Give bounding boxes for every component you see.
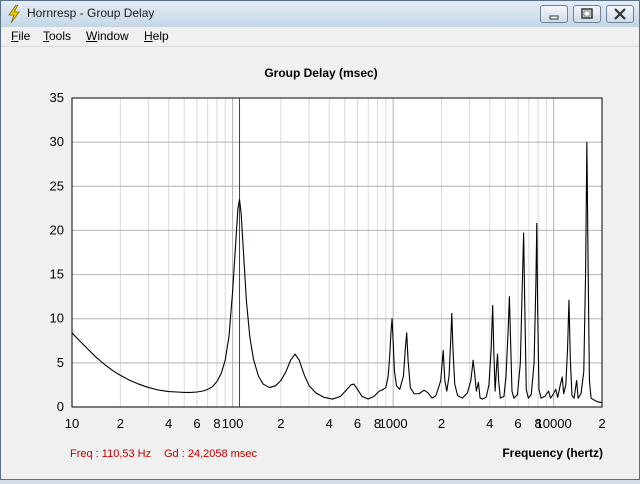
x-tick-label: 2 bbox=[277, 416, 284, 431]
gd-readout: Gd : 24,2058 msec bbox=[164, 448, 257, 460]
minimize-button[interactable] bbox=[540, 5, 568, 23]
window-title: Hornresp - Group Delay bbox=[27, 6, 155, 20]
menu-tools-rest: ools bbox=[49, 29, 72, 43]
menu-tools[interactable]: Tools bbox=[43, 29, 71, 43]
x-tick-label: 6 bbox=[354, 416, 361, 431]
main-window: Hornresp - Group Delay File Tools Window… bbox=[0, 0, 640, 480]
y-tick-label: 5 bbox=[57, 355, 64, 370]
menu-help[interactable]: Help bbox=[144, 29, 169, 43]
y-tick-label: 20 bbox=[50, 222, 64, 237]
plot-background bbox=[72, 98, 602, 407]
y-tick-label: 25 bbox=[50, 178, 64, 193]
y-axis: 0 5 10 15 20 25 30 35 bbox=[50, 90, 64, 414]
x-tick-label: 2 bbox=[117, 416, 124, 431]
chart-title: Group Delay (msec) bbox=[264, 66, 377, 80]
x-tick-label: 4 bbox=[486, 416, 493, 431]
menu-file-rest: ile bbox=[18, 29, 31, 43]
x-tick-label: 100 bbox=[222, 416, 244, 431]
y-tick-label: 15 bbox=[50, 267, 64, 282]
app-lightning-icon bbox=[8, 5, 20, 23]
freq-readout: Freq : 110,53 Hz bbox=[70, 448, 151, 460]
x-tick-label: 6 bbox=[514, 416, 521, 431]
x-tick-label: 2 bbox=[438, 416, 445, 431]
close-button[interactable] bbox=[606, 5, 634, 23]
maximize-button[interactable] bbox=[573, 5, 601, 23]
y-tick-label: 0 bbox=[57, 399, 64, 414]
group-delay-chart: Group Delay (msec) 05101520253035 10 2 4 6 8… bbox=[50, 66, 606, 460]
x-tick-label: 10 bbox=[65, 416, 79, 431]
y-tick-label: 10 bbox=[50, 311, 64, 326]
minimize-icon bbox=[549, 15, 559, 20]
x-axis: 10 2 4 6 8 100 2 4 6 81000 2 4 6 810000 2 bbox=[65, 416, 606, 431]
menu-file[interactable]: File bbox=[11, 29, 30, 43]
menu-window[interactable]: Window bbox=[86, 29, 129, 43]
y-tick-label: 35 bbox=[50, 90, 64, 105]
chart-area: Group Delay (msec) 0 5 10 15 20 25 30 35 10 2 4 6 8… bbox=[1, 47, 639, 479]
x-tick-label: 4 bbox=[165, 416, 172, 431]
title-bar[interactable]: Hornresp - Group Delay bbox=[1, 1, 639, 28]
x-tick-label: 2 bbox=[598, 416, 605, 431]
y-tick-label: 30 bbox=[50, 134, 64, 149]
x-tick-label: 4 bbox=[326, 416, 333, 431]
menu-bar: File Tools Window Help bbox=[1, 27, 639, 47]
x-tick-label: 8 bbox=[213, 416, 220, 431]
menu-help-rest: elp bbox=[152, 29, 169, 43]
menu-window-rest: indow bbox=[97, 29, 129, 43]
x-axis-label: Frequency (hertz) bbox=[502, 446, 603, 460]
close-icon bbox=[614, 8, 626, 20]
maximize-icon bbox=[581, 8, 593, 19]
x-tick-label: 1000 bbox=[379, 416, 408, 431]
x-tick-label: 6 bbox=[193, 416, 200, 431]
x-tick-label: 10000 bbox=[536, 416, 572, 431]
